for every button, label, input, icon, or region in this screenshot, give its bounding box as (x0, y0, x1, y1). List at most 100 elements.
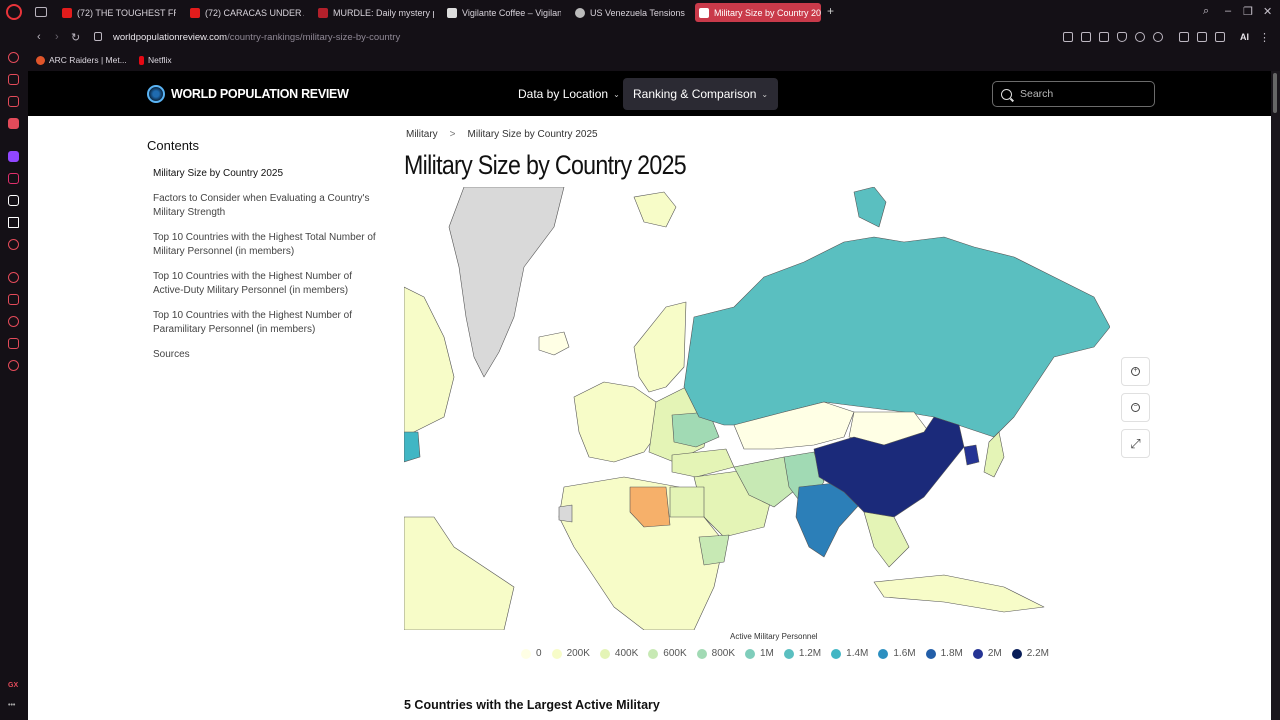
shield-icon[interactable] (1117, 32, 1127, 42)
choropleth-map[interactable] (404, 187, 1110, 630)
toc-item[interactable]: Top 10 Countries with the Highest Total … (153, 231, 381, 259)
url-field[interactable]: worldpopulationreview.com/country-rankin… (113, 32, 400, 43)
legend-item[interactable]: 200K (551, 648, 590, 659)
aria-ai-button[interactable]: AI (1240, 32, 1249, 42)
extensions-icon[interactable] (1179, 32, 1189, 42)
chevron-down-icon: ⌄ (613, 89, 620, 99)
legend-swatch (521, 648, 531, 659)
toc-item[interactable]: Top 10 Countries with the Highest Number… (153, 309, 381, 337)
profile-icon[interactable] (1197, 32, 1207, 42)
fullscreen-button[interactable]: ⤢ (1121, 429, 1150, 458)
player-icon[interactable] (1135, 32, 1145, 42)
mail-icon[interactable] (8, 118, 19, 129)
site-logo[interactable]: WORLD POPULATION REVIEW (147, 85, 349, 103)
restore-icon[interactable]: ❐ (1243, 5, 1253, 18)
scrollbar-thumb[interactable] (1273, 73, 1277, 113)
snapshot-icon[interactable] (1099, 32, 1109, 42)
menu-icon[interactable]: ⋮ (1259, 31, 1270, 44)
reload-icon[interactable]: ↻ (71, 31, 80, 44)
legend-label: 0 (536, 648, 542, 659)
bookmark-item[interactable]: ARC Raiders | Met... (36, 55, 127, 65)
instagram-icon[interactable] (8, 173, 19, 184)
tab-overview-icon[interactable] (35, 7, 47, 17)
bookmarks-bar: ARC Raiders | Met... Netflix (28, 51, 1280, 71)
webpage: WORLD POPULATION REVIEW Data by Location… (28, 71, 1271, 720)
forward-icon[interactable]: › (55, 31, 59, 43)
legend-item[interactable]: 800K (696, 648, 735, 659)
tiktok-icon[interactable] (8, 195, 19, 206)
news-icon[interactable] (8, 96, 19, 107)
lock-icon[interactable] (94, 32, 102, 41)
media-icon[interactable] (8, 239, 19, 250)
zoom-out-button[interactable]: − (1121, 393, 1150, 422)
extensions-sidebar-icon[interactable] (8, 338, 19, 349)
legend-item[interactable]: 1.2M (783, 648, 821, 659)
site-search[interactable] (992, 81, 1155, 107)
gx-label[interactable]: GX (8, 682, 18, 689)
download-icon[interactable] (1215, 32, 1225, 42)
site-header: WORLD POPULATION REVIEW Data by Location… (28, 71, 1271, 116)
nav-data-by-location[interactable]: Data by Location ⌄ (508, 78, 630, 110)
new-tab-button[interactable]: + (825, 5, 836, 17)
back-icon[interactable]: ‹ (37, 31, 41, 43)
search-tabs-icon[interactable]: ⌕ (1203, 5, 1209, 18)
toc-title: Contents (147, 138, 200, 153)
toc-item[interactable]: Top 10 Countries with the Highest Number… (153, 270, 381, 298)
search-input[interactable] (1020, 88, 1140, 100)
settings-icon[interactable] (8, 360, 19, 371)
gx-corner-icon[interactable] (8, 74, 19, 85)
speed-dial-icon[interactable] (8, 52, 19, 63)
browser-tab-active[interactable]: Military Size by Country 20 (695, 3, 821, 22)
twitch-icon[interactable] (8, 151, 19, 162)
browser-tab-bar: (72) THE TOUGHEST FRY (72) CARACAS UNDER… (0, 0, 1280, 25)
legend-swatch (1011, 648, 1022, 659)
legend-swatch (551, 648, 562, 659)
legend-swatch (783, 648, 794, 659)
browser-sidebar: GX ••• (0, 25, 28, 720)
browser-tab[interactable]: (72) THE TOUGHEST FRY (58, 3, 176, 22)
coffee-site-icon (447, 7, 457, 18)
minimize-icon[interactable]: – (1225, 5, 1231, 17)
fullscreen-icon: ⤢ (1130, 435, 1141, 451)
heart-icon[interactable] (1153, 32, 1163, 42)
legend-label: 400K (614, 648, 639, 659)
nav-ranking-comparison[interactable]: Ranking & Comparison ⌄ (623, 78, 779, 110)
legend-item[interactable]: 1M (745, 648, 774, 659)
browser-tab[interactable]: MURDLE: Daily mystery p (314, 3, 434, 22)
breadcrumb-link[interactable]: Military (406, 129, 438, 140)
browser-tab[interactable]: US Venezuela Tensions (571, 3, 689, 22)
history-icon[interactable] (8, 316, 19, 327)
legend-label: 2M (987, 648, 1002, 659)
scandinavia-region (633, 301, 687, 393)
breadcrumb: Military > Military Size by Country 2025 (406, 129, 598, 140)
legend-item[interactable]: 1.6M (878, 648, 916, 659)
browser-tab[interactable]: (72) CARACAS UNDER AT (186, 3, 304, 22)
opera-logo-icon[interactable] (6, 4, 22, 20)
toc-item[interactable]: Military Size by Country 2025 (153, 167, 381, 181)
legend-item[interactable]: 1.4M (831, 648, 868, 659)
pinboard-icon[interactable] (8, 294, 19, 305)
address-bar-row: ‹ › ↻ worldpopulationreview.com/country-… (28, 25, 1280, 51)
legend-label: 1M (760, 648, 774, 659)
page-scrollbar[interactable] (1271, 71, 1280, 720)
legend-item[interactable]: 0 (521, 648, 542, 659)
egypt-region (669, 486, 705, 518)
legend-item[interactable]: 2M (972, 648, 1002, 659)
bookmark-item[interactable]: Netflix (139, 55, 172, 65)
legend-item[interactable]: 600K (648, 648, 687, 659)
toc-item[interactable]: Sources (153, 348, 381, 362)
close-window-icon[interactable]: ✕ (1263, 5, 1272, 18)
zoom-in-button[interactable]: + (1121, 357, 1150, 386)
legend-label: 1.6M (893, 648, 916, 659)
browser-tab[interactable]: Vigilante Coffee – Vigilant (443, 3, 561, 22)
legend-item[interactable]: 1.8M (925, 648, 963, 659)
player-icon[interactable] (8, 272, 19, 283)
pin-icon[interactable] (1081, 32, 1091, 42)
x-icon[interactable] (8, 217, 19, 228)
split-view-icon[interactable] (1063, 32, 1073, 42)
legend-item[interactable]: 2.2M (1011, 648, 1049, 659)
toc-item[interactable]: Factors to Consider when Evaluating a Co… (153, 192, 381, 220)
legend-swatch (745, 648, 755, 659)
legend-item[interactable]: 400K (599, 648, 639, 659)
more-icon[interactable]: ••• (8, 702, 15, 709)
